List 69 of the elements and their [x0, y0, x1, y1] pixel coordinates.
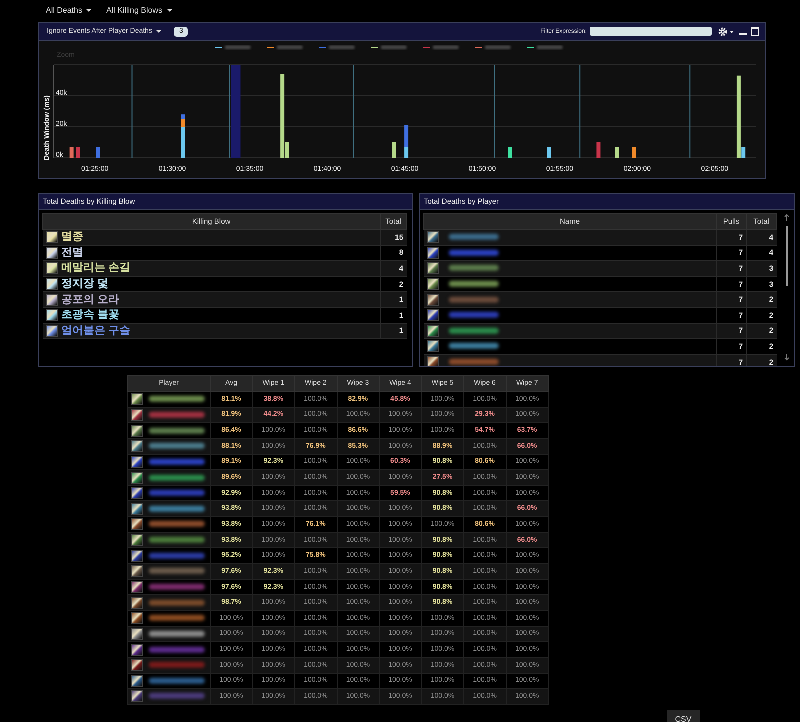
class-icon	[131, 487, 143, 500]
class-icon	[131, 456, 143, 468]
class-icon	[131, 659, 143, 672]
class-icon	[131, 393, 143, 406]
maximize-icon[interactable]	[751, 27, 759, 36]
caret-icon	[156, 30, 162, 33]
class-icon	[131, 502, 143, 515]
class-icon	[131, 565, 143, 578]
class-icon	[131, 408, 143, 421]
class-icon	[131, 534, 143, 546]
killing-blow-name[interactable]: 초광속 불꽃	[62, 309, 120, 322]
caret-icon	[86, 8, 92, 12]
spell-icon	[46, 262, 58, 274]
class-icon	[131, 596, 143, 609]
legend-entry[interactable]	[527, 46, 563, 50]
class-icon	[426, 294, 438, 306]
spell-icon	[46, 294, 58, 306]
class-icon	[131, 690, 143, 702]
class-icon	[131, 440, 143, 452]
chart-bar[interactable]	[736, 76, 741, 158]
class-icon	[426, 246, 438, 259]
killing-blow-name[interactable]: 전멸	[62, 246, 84, 259]
spell-icon	[46, 324, 58, 337]
legend-entry[interactable]	[215, 46, 251, 50]
class-icon	[426, 278, 438, 290]
killing-blow-name[interactable]: 메말리는 손길	[62, 262, 131, 274]
spell-icon	[46, 231, 58, 244]
chart-bar[interactable]	[632, 147, 636, 158]
class-icon	[131, 472, 143, 484]
chart-bar[interactable]	[508, 147, 512, 158]
filter-dropdown[interactable]: All Deaths	[44, 4, 94, 16]
class-icon	[426, 231, 438, 244]
killing-blow-name[interactable]: 공포의 오라	[62, 294, 120, 306]
class-icon	[426, 356, 438, 366]
chart-bar[interactable]	[280, 74, 285, 158]
chart-bar[interactable]	[181, 127, 186, 158]
scrollbar[interactable]	[783, 214, 791, 362]
chart-bar[interactable]	[181, 119, 186, 127]
class-icon	[131, 674, 143, 687]
chart-bar[interactable]	[392, 142, 396, 158]
filter-dropdown[interactable]: All Killing Blows	[104, 4, 174, 16]
class-icon	[426, 340, 438, 352]
class-icon	[131, 550, 143, 562]
class-icon	[131, 628, 143, 640]
class-icon	[131, 612, 143, 624]
class-icon	[426, 324, 438, 337]
chart-bar[interactable]	[742, 147, 746, 158]
spell-icon	[46, 278, 58, 290]
legend-entry[interactable]	[267, 46, 303, 50]
killing-blow-name[interactable]: 멸종	[62, 231, 84, 244]
spell-icon	[46, 309, 58, 322]
class-icon	[131, 581, 143, 593]
chart-bar[interactable]	[404, 147, 409, 158]
class-icon	[426, 262, 438, 274]
chart-bar[interactable]	[547, 147, 552, 158]
filter-input[interactable]	[590, 27, 712, 36]
class-icon	[426, 309, 438, 322]
settings-icon[interactable]	[718, 26, 735, 36]
class-icon	[131, 424, 143, 437]
chart-bar[interactable]	[615, 147, 620, 158]
spell-icon	[46, 246, 58, 259]
caret-icon	[166, 8, 172, 12]
legend-entry[interactable]	[371, 46, 407, 50]
class-icon	[131, 518, 143, 530]
csv-button[interactable]: CSV	[667, 710, 700, 722]
legend-entry[interactable]	[475, 46, 511, 50]
killing-blow-name[interactable]: 얼어붙은 구슬	[62, 324, 131, 337]
class-icon	[131, 644, 143, 656]
killing-blow-name[interactable]: 정지장 덫	[62, 278, 109, 290]
